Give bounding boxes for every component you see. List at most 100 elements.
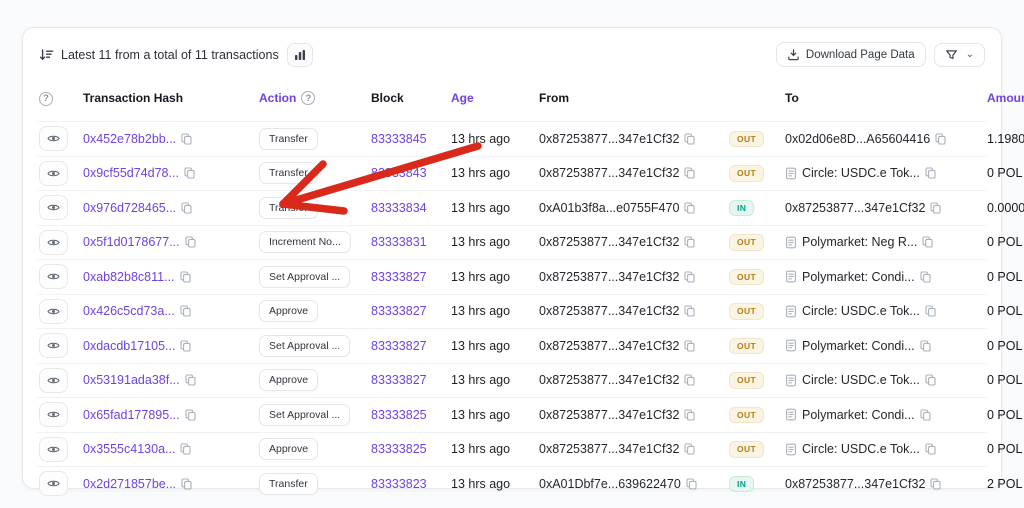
- block-link[interactable]: 83333825: [371, 442, 427, 456]
- copy-icon[interactable]: [684, 305, 695, 317]
- action-method-button[interactable]: Transfer: [259, 128, 318, 150]
- copy-icon[interactable]: [181, 478, 192, 490]
- copy-icon[interactable]: [684, 340, 695, 352]
- tx-hash-link[interactable]: 0x5f1d0178677...: [83, 235, 180, 249]
- block-link[interactable]: 83333827: [371, 270, 427, 284]
- copy-icon[interactable]: [930, 202, 941, 214]
- from-address[interactable]: 0xA01Dbf7e...639622470: [539, 477, 681, 491]
- copy-icon[interactable]: [184, 167, 195, 179]
- tx-hash-link[interactable]: 0xab82b8c811...: [83, 270, 175, 284]
- copy-icon[interactable]: [920, 340, 931, 352]
- copy-icon[interactable]: [684, 374, 695, 386]
- download-page-data-button[interactable]: Download Page Data: [776, 42, 926, 67]
- action-method-button[interactable]: Approve: [259, 438, 318, 460]
- tx-hash-link[interactable]: 0x65fad177895...: [83, 408, 180, 422]
- action-method-button[interactable]: Transfer: [259, 197, 318, 219]
- preview-eye-button[interactable]: [39, 368, 68, 393]
- copy-icon[interactable]: [185, 374, 196, 386]
- copy-icon[interactable]: [686, 478, 697, 490]
- copy-icon[interactable]: [684, 443, 695, 455]
- tx-hash-link[interactable]: 0x53191ada38f...: [83, 373, 180, 387]
- block-link[interactable]: 83333834: [371, 201, 427, 215]
- preview-eye-button[interactable]: [39, 126, 68, 151]
- action-method-button[interactable]: Transfer: [259, 162, 318, 184]
- block-link[interactable]: 83333827: [371, 304, 427, 318]
- header-amount[interactable]: Amount: [987, 91, 1024, 105]
- from-address[interactable]: 0x87253877...347e1Cf32: [539, 304, 679, 318]
- copy-icon[interactable]: [930, 478, 941, 490]
- to-address[interactable]: 0x02d06e8D...A65604416: [785, 132, 930, 146]
- to-address[interactable]: Polymarket: Condi...: [802, 408, 915, 422]
- copy-icon[interactable]: [684, 409, 695, 421]
- copy-icon[interactable]: [181, 133, 192, 145]
- from-address[interactable]: 0x87253877...347e1Cf32: [539, 235, 679, 249]
- copy-icon[interactable]: [922, 236, 933, 248]
- copy-icon[interactable]: [684, 236, 695, 248]
- action-method-button[interactable]: Set Approval ...: [259, 335, 350, 357]
- copy-icon[interactable]: [925, 443, 936, 455]
- copy-icon[interactable]: [684, 167, 695, 179]
- copy-icon[interactable]: [684, 202, 695, 214]
- tx-hash-link[interactable]: 0x426c5cd73a...: [83, 304, 175, 318]
- from-address[interactable]: 0x87253877...347e1Cf32: [539, 132, 679, 146]
- block-link[interactable]: 83333845: [371, 132, 427, 146]
- from-address[interactable]: 0xA01b3f8a...e0755F470: [539, 201, 679, 215]
- filter-button[interactable]: ⌄: [934, 43, 985, 67]
- header-action[interactable]: Action ?: [259, 91, 369, 105]
- action-method-button[interactable]: Set Approval ...: [259, 404, 350, 426]
- tx-hash-link[interactable]: 0x452e78b2bb...: [83, 132, 176, 146]
- to-address[interactable]: 0x87253877...347e1Cf32: [785, 201, 925, 215]
- tx-hash-link[interactable]: 0x9cf55d74d78...: [83, 166, 179, 180]
- action-method-button[interactable]: Approve: [259, 300, 318, 322]
- to-address[interactable]: Circle: USDC.e Tok...: [802, 166, 920, 180]
- preview-eye-button[interactable]: [39, 437, 68, 462]
- block-link[interactable]: 83333827: [371, 373, 427, 387]
- preview-eye-button[interactable]: [39, 402, 68, 427]
- copy-icon[interactable]: [920, 271, 931, 283]
- copy-icon[interactable]: [684, 271, 695, 283]
- action-method-button[interactable]: Increment No...: [259, 231, 351, 253]
- from-address[interactable]: 0x87253877...347e1Cf32: [539, 166, 679, 180]
- preview-eye-button[interactable]: [39, 264, 68, 289]
- chart-view-button[interactable]: [287, 43, 313, 67]
- action-method-button[interactable]: Approve: [259, 369, 318, 391]
- copy-icon[interactable]: [180, 305, 191, 317]
- from-address[interactable]: 0x87253877...347e1Cf32: [539, 270, 679, 284]
- to-address[interactable]: Circle: USDC.e Tok...: [802, 304, 920, 318]
- from-address[interactable]: 0x87253877...347e1Cf32: [539, 373, 679, 387]
- tx-hash-link[interactable]: 0x2d271857be...: [83, 477, 176, 491]
- preview-eye-button[interactable]: [39, 195, 68, 220]
- tx-hash-link[interactable]: 0x976d728465...: [83, 201, 176, 215]
- copy-icon[interactable]: [180, 271, 191, 283]
- preview-eye-button[interactable]: [39, 471, 68, 496]
- from-address[interactable]: 0x87253877...347e1Cf32: [539, 408, 679, 422]
- copy-icon[interactable]: [920, 409, 931, 421]
- block-link[interactable]: 83333827: [371, 339, 427, 353]
- header-age[interactable]: Age: [451, 91, 537, 105]
- copy-icon[interactable]: [925, 374, 936, 386]
- action-method-button[interactable]: Transfer: [259, 473, 318, 495]
- tx-hash-link[interactable]: 0xdacdb17105...: [83, 339, 175, 353]
- copy-icon[interactable]: [185, 409, 196, 421]
- preview-eye-button[interactable]: [39, 333, 68, 358]
- from-address[interactable]: 0x87253877...347e1Cf32: [539, 442, 679, 456]
- to-address[interactable]: 0x87253877...347e1Cf32: [785, 477, 925, 491]
- to-address[interactable]: Polymarket: Condi...: [802, 270, 915, 284]
- block-link[interactable]: 83333831: [371, 235, 427, 249]
- preview-eye-button[interactable]: [39, 299, 68, 324]
- copy-icon[interactable]: [180, 443, 191, 455]
- block-link[interactable]: 83333843: [371, 166, 427, 180]
- copy-icon[interactable]: [181, 202, 192, 214]
- to-address[interactable]: Polymarket: Neg R...: [802, 235, 917, 249]
- copy-icon[interactable]: [935, 133, 946, 145]
- to-address[interactable]: Polymarket: Condi...: [802, 339, 915, 353]
- action-method-button[interactable]: Set Approval ...: [259, 266, 350, 288]
- preview-eye-button[interactable]: [39, 161, 68, 186]
- copy-icon[interactable]: [185, 236, 196, 248]
- preview-eye-button[interactable]: [39, 230, 68, 255]
- block-link[interactable]: 83333825: [371, 408, 427, 422]
- tx-hash-link[interactable]: 0x3555c4130a...: [83, 442, 175, 456]
- copy-icon[interactable]: [180, 340, 191, 352]
- copy-icon[interactable]: [684, 133, 695, 145]
- from-address[interactable]: 0x87253877...347e1Cf32: [539, 339, 679, 353]
